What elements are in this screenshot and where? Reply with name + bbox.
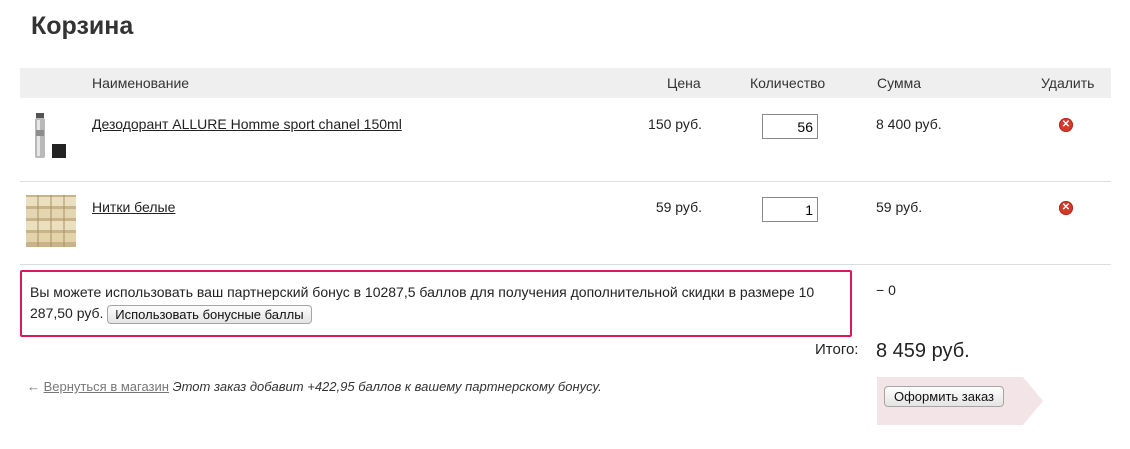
product-price: 150 руб. [648, 116, 702, 132]
checkout-button[interactable]: Оформить заказ [884, 386, 1005, 407]
bonus-message: Вы можете использовать ваш партнерский б… [30, 282, 845, 324]
product-link[interactable]: Дезодорант ALLURE Homme sport chanel 150… [92, 116, 402, 132]
header-delete: Удалить [1041, 75, 1095, 91]
product-image-threads[interactable] [26, 195, 76, 247]
product-image-deodorant[interactable] [25, 110, 75, 162]
header-sum: Сумма [877, 75, 921, 91]
header-quantity: Количество [750, 75, 826, 91]
product-link[interactable]: Нитки белые [92, 199, 175, 215]
quantity-input[interactable] [762, 114, 818, 139]
bonus-note: Этот заказ добавит +422,95 баллов к ваше… [172, 379, 602, 394]
bonus-discount: − 0 [876, 282, 896, 298]
page-title: Корзина [31, 12, 134, 40]
header-name: Наименование [92, 75, 190, 91]
back-to-shop-link[interactable]: Вернуться в магазин [44, 379, 169, 394]
total-label: Итого: [815, 341, 859, 358]
row-divider [20, 181, 1111, 182]
row-sum: 8 400 руб. [876, 116, 942, 132]
quantity-input[interactable] [762, 197, 818, 222]
remove-icon[interactable]: ✕ [1059, 118, 1073, 132]
row-sum: 59 руб. [876, 199, 923, 215]
back-to-shop: ← Вернуться в магазин Этот заказ добавит… [27, 379, 602, 394]
row-divider [20, 264, 1111, 265]
total-value: 8 459 руб. [876, 340, 970, 362]
bonus-panel: Вы можете использовать ваш партнерский б… [20, 270, 852, 337]
left-arrow-icon: ← [27, 379, 40, 394]
use-bonus-button[interactable]: Использовать бонусные баллы [107, 304, 312, 324]
product-price: 59 руб. [655, 199, 702, 215]
cart-table-header: Наименование Цена Количество Сумма Удали… [20, 68, 1111, 98]
header-price: Цена [667, 75, 701, 91]
remove-icon[interactable]: ✕ [1059, 201, 1073, 215]
